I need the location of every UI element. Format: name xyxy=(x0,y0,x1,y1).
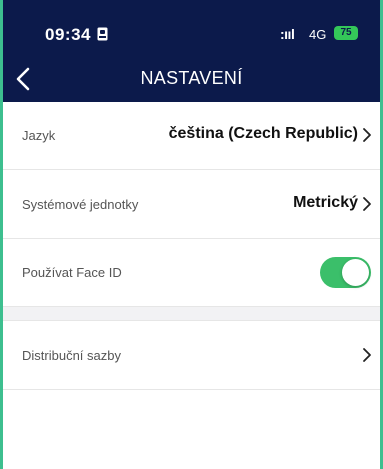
nav-bar: NASTAVENÍ xyxy=(3,58,380,102)
face-id-toggle[interactable] xyxy=(320,257,371,288)
chevron-right-icon xyxy=(363,128,371,142)
lock-icon xyxy=(97,27,108,41)
setting-label: Distribuční sazby xyxy=(22,348,121,363)
network-label: 4G xyxy=(309,27,327,42)
chevron-right-icon xyxy=(363,348,371,362)
toggle-knob xyxy=(342,259,369,286)
app-frame: 09:34 :ııl 4G 75 NASTAVENÍ Jazyk čeština… xyxy=(0,0,383,469)
setting-row-units[interactable]: Systémové jednotky Metrický xyxy=(3,171,380,239)
status-bar: 09:34 :ııl 4G 75 xyxy=(3,0,380,58)
setting-row-language[interactable]: Jazyk čeština (Czech Republic) xyxy=(3,102,380,170)
setting-value: Metrický xyxy=(293,194,358,211)
header: 09:34 :ııl 4G 75 NASTAVENÍ xyxy=(3,0,380,102)
setting-row-distribution[interactable]: Distribuční sazby xyxy=(3,322,380,390)
setting-row-face-id: Používat Face ID xyxy=(3,239,380,307)
chevron-right-icon xyxy=(363,197,371,211)
status-time: 09:34 xyxy=(45,25,91,44)
battery-icon: 75 xyxy=(334,26,358,40)
setting-label: Používat Face ID xyxy=(22,265,122,280)
setting-label: Systémové jednotky xyxy=(22,197,139,212)
section-separator xyxy=(3,307,380,321)
setting-value: čeština (Czech Republic) xyxy=(168,125,358,142)
setting-label: Jazyk xyxy=(22,128,56,143)
signal-icon: :ııl xyxy=(280,26,295,42)
page-title: NASTAVENÍ xyxy=(140,68,243,88)
